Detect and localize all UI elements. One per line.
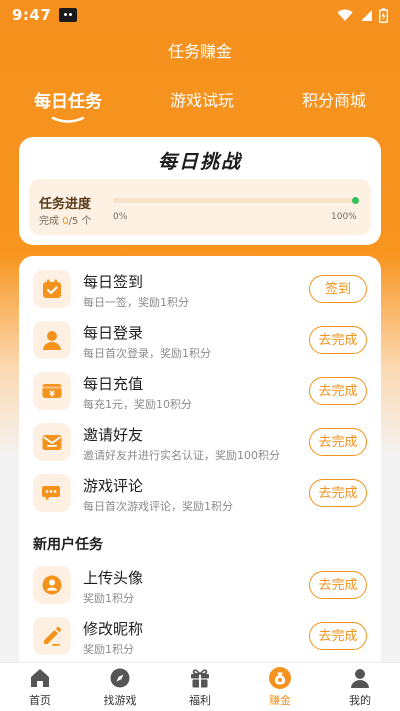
tab-label: 积分商城 <box>301 91 366 110</box>
tab-points-mall[interactable]: 积分商城 <box>302 87 366 111</box>
battery-icon <box>379 7 388 23</box>
task-desc: 奖励1积分 <box>83 643 134 656</box>
tab-label: 每日任务 <box>33 91 102 112</box>
go-complete-button[interactable]: 去完成 <box>309 571 367 599</box>
task-item-sign-in: 每日签到 每日一签，奖励1积分 签到 <box>19 264 381 314</box>
task-desc: 每充1元，奖励10积分 <box>83 398 192 411</box>
task-desc: 奖励1积分 <box>83 592 134 605</box>
nav-mine[interactable]: 我的 <box>320 663 400 711</box>
nav-find-games[interactable]: 找游戏 <box>80 663 160 711</box>
status-bar: 9:47 <box>0 0 400 30</box>
coin-bag-icon <box>268 666 292 690</box>
go-complete-button[interactable]: 去完成 <box>309 479 367 507</box>
task-progress-box: 任务进度 完成 0/5 个 0% 100% <box>29 179 371 235</box>
task-item-invite: 邀请好友 邀请好友并进行实名认证，奖励100积分 去完成 <box>19 417 381 467</box>
task-item-login: 每日登录 每日首次登录，奖励1积分 去完成 <box>19 315 381 365</box>
gift-icon <box>189 666 211 690</box>
notification-icon <box>59 8 78 22</box>
pencil-icon <box>33 617 71 655</box>
home-icon <box>29 666 51 690</box>
progress-dot <box>352 197 359 204</box>
tab-daily-tasks[interactable]: 每日任务 <box>33 87 102 123</box>
task-name: 修改昵称 <box>83 620 144 638</box>
nav-home[interactable]: 首页 <box>0 663 80 711</box>
nav-label: 我的 <box>349 694 371 707</box>
status-time: 9:47 <box>12 6 52 24</box>
go-complete-button[interactable]: 去完成 <box>309 622 367 650</box>
page-title: 任务赚金 <box>167 42 232 61</box>
task-desc: 每日一签，奖励1积分 <box>83 296 189 309</box>
task-name: 游戏评论 <box>83 477 144 495</box>
progress-max-label: 100% <box>331 212 357 222</box>
task-item-upload-avatar: 上传头像 奖励1积分 去完成 <box>19 560 381 610</box>
new-user-section-title: 新用户任务 <box>33 537 103 553</box>
challenge-title: 每日挑战 <box>157 151 242 173</box>
task-name: 每日签到 <box>83 273 144 291</box>
envelope-icon <box>33 423 71 461</box>
user-icon <box>33 321 71 359</box>
wifi-icon <box>337 9 353 21</box>
go-complete-button[interactable]: 去完成 <box>309 377 367 405</box>
tab-label: 游戏试玩 <box>169 91 234 110</box>
task-name: 邀请好友 <box>83 426 144 444</box>
svg-text:¥: ¥ <box>49 390 55 399</box>
progress-min-label: 0% <box>113 212 128 222</box>
signal-icon <box>361 9 372 21</box>
yen-card-icon: ¥ <box>33 372 71 410</box>
calendar-check-icon <box>33 270 71 308</box>
go-complete-button[interactable]: 去完成 <box>309 326 367 354</box>
tab-game-trial[interactable]: 游戏试玩 <box>170 87 234 111</box>
task-name: 上传头像 <box>83 569 144 587</box>
task-desc: 邀请好友并进行实名认证，奖励100积分 <box>83 449 280 462</box>
progress-prefix: 完成 <box>39 216 59 227</box>
progress-bar <box>113 197 359 204</box>
chat-bubble-icon <box>33 474 71 512</box>
bottom-nav: 首页 找游戏 福利 赚金 我的 <box>0 662 400 711</box>
daily-challenge-card: 每日挑战 任务进度 完成 0/5 个 0% 100% <box>19 137 381 245</box>
task-item-edit-nickname: 修改昵称 奖励1积分 去完成 <box>19 611 381 661</box>
go-complete-button[interactable]: 去完成 <box>309 428 367 456</box>
profile-icon <box>349 666 371 690</box>
progress-count: 完成 0/5 个 <box>39 212 91 227</box>
avatar-upload-icon <box>33 566 71 604</box>
compass-icon <box>109 666 131 690</box>
nav-label: 找游戏 <box>103 694 137 707</box>
nav-label: 首页 <box>29 694 51 707</box>
nav-label: 福利 <box>189 694 211 707</box>
task-desc: 每日首次登录，奖励1积分 <box>83 347 211 360</box>
task-name: 每日充值 <box>83 375 144 393</box>
nav-earn-gold[interactable]: 赚金 <box>240 663 320 711</box>
nav-label: 赚金 <box>269 694 291 707</box>
task-list-card: 每日签到 每日一签，奖励1积分 签到 每日登录 每日首次登录，奖励1积分 去完成… <box>19 256 381 676</box>
nav-welfare[interactable]: 福利 <box>160 663 240 711</box>
task-name: 每日登录 <box>83 324 144 342</box>
task-item-recharge: ¥ 每日充值 每充1元，奖励10积分 去完成 <box>19 366 381 416</box>
tab-bar: 每日任务 游戏试玩 积分商城 <box>0 82 400 123</box>
progress-total: /5 个 <box>68 216 92 227</box>
task-item-review: 游戏评论 每日首次游戏评论，奖励1积分 去完成 <box>19 468 381 518</box>
progress-label: 任务进度 <box>39 197 92 212</box>
tab-indicator <box>51 116 85 123</box>
task-desc: 每日首次游戏评论，奖励1积分 <box>83 500 233 513</box>
sign-in-button[interactable]: 签到 <box>309 275 367 303</box>
